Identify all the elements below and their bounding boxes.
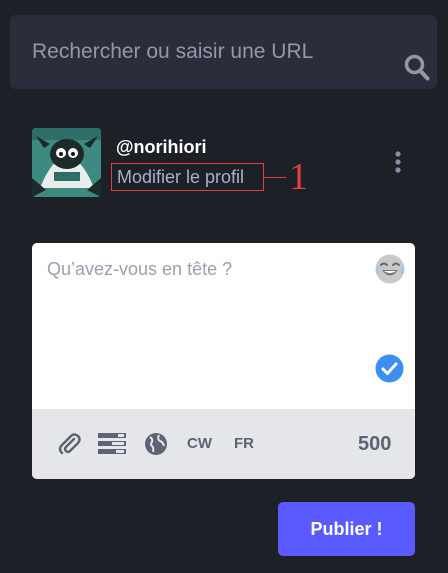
- more-options-icon[interactable]: [394, 150, 402, 174]
- profile-username: @norihiori: [116, 137, 207, 157]
- search-input[interactable]: [32, 15, 382, 89]
- search-icon[interactable]: [404, 54, 430, 82]
- search-bar[interactable]: [10, 15, 437, 89]
- avatar[interactable]: [32, 128, 101, 197]
- edit-profile-link[interactable]: Modifier le profil: [111, 163, 264, 191]
- paperclip-icon[interactable]: [57, 432, 81, 456]
- language-selector[interactable]: FR: [234, 434, 254, 454]
- avatar-image: [32, 128, 101, 197]
- check-circle-icon[interactable]: [375, 354, 404, 383]
- annotation-number: 1: [289, 156, 308, 198]
- content-warning-toggle[interactable]: CW: [187, 434, 212, 454]
- globe-icon[interactable]: [144, 432, 168, 456]
- emoji-picker-icon[interactable]: [374, 253, 406, 285]
- poll-icon[interactable]: [98, 433, 126, 455]
- compose-box: CW FR 500: [32, 243, 415, 479]
- character-counter: 500: [358, 433, 392, 455]
- compose-textarea[interactable]: [32, 243, 415, 409]
- publish-button[interactable]: Publier !: [278, 502, 415, 556]
- annotation-leader-line: [264, 177, 286, 178]
- compose-toolbar: CW FR 500: [32, 409, 415, 479]
